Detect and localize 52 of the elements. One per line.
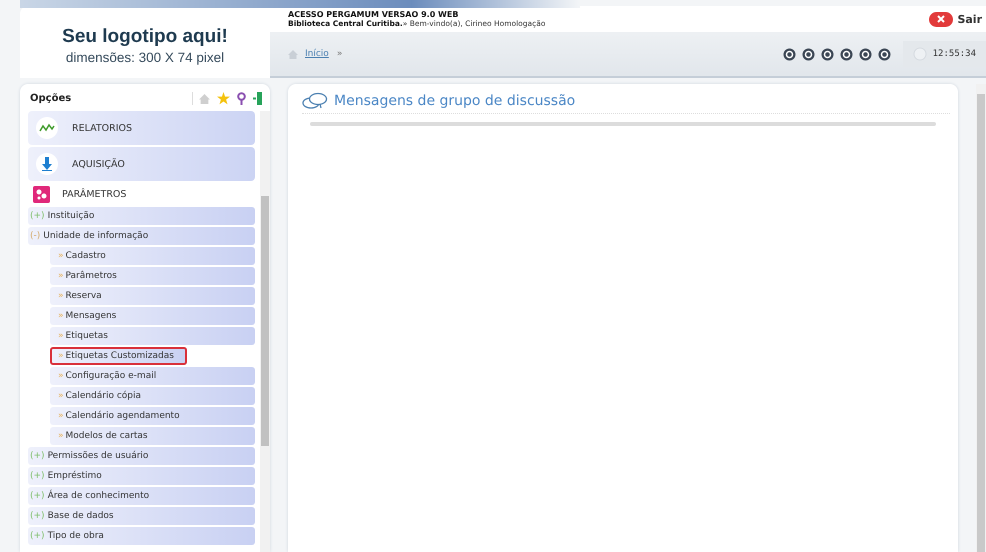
page-scrollbar[interactable] xyxy=(976,84,986,552)
module-menu-item[interactable]: RELATORIOS xyxy=(28,111,255,145)
toolbar-circle-icon[interactable] xyxy=(858,48,872,60)
breadcrumb-separator: » xyxy=(336,49,342,59)
toolbar-circle-icon[interactable] xyxy=(802,48,815,60)
submenu-item[interactable]: » Mensagens xyxy=(50,307,255,325)
tree-menu-item[interactable]: (+) Permissões de usuário xyxy=(28,447,255,465)
sidebar-title: Opções xyxy=(30,93,72,104)
star-icon[interactable] xyxy=(217,92,230,105)
trend-line-icon xyxy=(39,123,55,133)
toolbar-circle-icon[interactable] xyxy=(820,48,834,60)
clock-time: 12:55:34 xyxy=(932,49,976,59)
tree-menu-item[interactable]: (-) Unidade de informação xyxy=(28,227,255,245)
tree-item-label: Área de conhecimento xyxy=(48,491,150,501)
tree-menu-item[interactable]: (+) Área de conhecimento xyxy=(28,487,255,505)
toolbar-circle-icon[interactable] xyxy=(782,48,796,60)
submenu-item[interactable]: » Calendário cópia xyxy=(50,387,255,405)
pin-icon[interactable] xyxy=(237,92,246,105)
submenu-item[interactable]: » Configuração e-mail xyxy=(50,367,255,385)
tree-menu-item[interactable]: (+) Tipo de obra xyxy=(28,527,255,545)
tree-item-label: Instituição xyxy=(48,211,94,221)
tree-item-label: Base de dados xyxy=(48,511,114,521)
puzzle-icon xyxy=(32,186,50,202)
page-title: Mensagens de grupo de discussão xyxy=(334,93,576,109)
close-icon xyxy=(937,15,946,23)
clock-icon xyxy=(912,47,927,61)
toolbar-circle-icon[interactable] xyxy=(840,48,853,60)
speech-bubbles-icon xyxy=(302,92,328,110)
submenu-item[interactable]: » Etiquetas Customizadas xyxy=(50,347,187,365)
submenu-item[interactable]: » Modelos de cartas xyxy=(50,427,255,445)
tree-item-label: Unidade de informação xyxy=(43,231,148,241)
tree-menu-item[interactable]: (+) Empréstimo xyxy=(28,467,255,485)
submenu-item[interactable]: » Etiquetas xyxy=(50,327,255,345)
tree-menu-item[interactable]: (+) Base de dados xyxy=(28,507,255,525)
tree-item-label: Tipo de obra xyxy=(48,531,104,541)
system-title: ACESSO PERGAMUM VERSAO 9.0 WEB xyxy=(288,10,460,19)
sidebar-scrollbar[interactable] xyxy=(260,111,270,552)
tree-item-label: Permissões de usuário xyxy=(48,451,148,461)
submenu-item[interactable]: » Calendário agendamento xyxy=(50,407,255,425)
module-menu-item[interactable]: AQUISIÇÃO xyxy=(28,147,255,181)
exit-door-icon[interactable] xyxy=(253,92,262,105)
toolbar-circle-icon[interactable] xyxy=(878,48,891,60)
logo-subtitle: dimensões: 300 X 74 pixel xyxy=(66,50,224,64)
submenu-item[interactable]: » Parâmetros xyxy=(50,267,255,285)
home-icon xyxy=(288,50,298,58)
tree-item-label: Empréstimo xyxy=(48,471,102,481)
down-arrow-icon xyxy=(42,157,52,171)
tree-menu-item[interactable]: (+) Instituição xyxy=(28,207,255,225)
logo-title: Seu logotipo aqui! xyxy=(62,26,228,48)
breadcrumb-link[interactable]: Início xyxy=(305,49,329,59)
submenu-item[interactable]: » Reserva xyxy=(50,287,255,305)
submenu-item[interactable]: » Cadastro xyxy=(50,247,255,265)
